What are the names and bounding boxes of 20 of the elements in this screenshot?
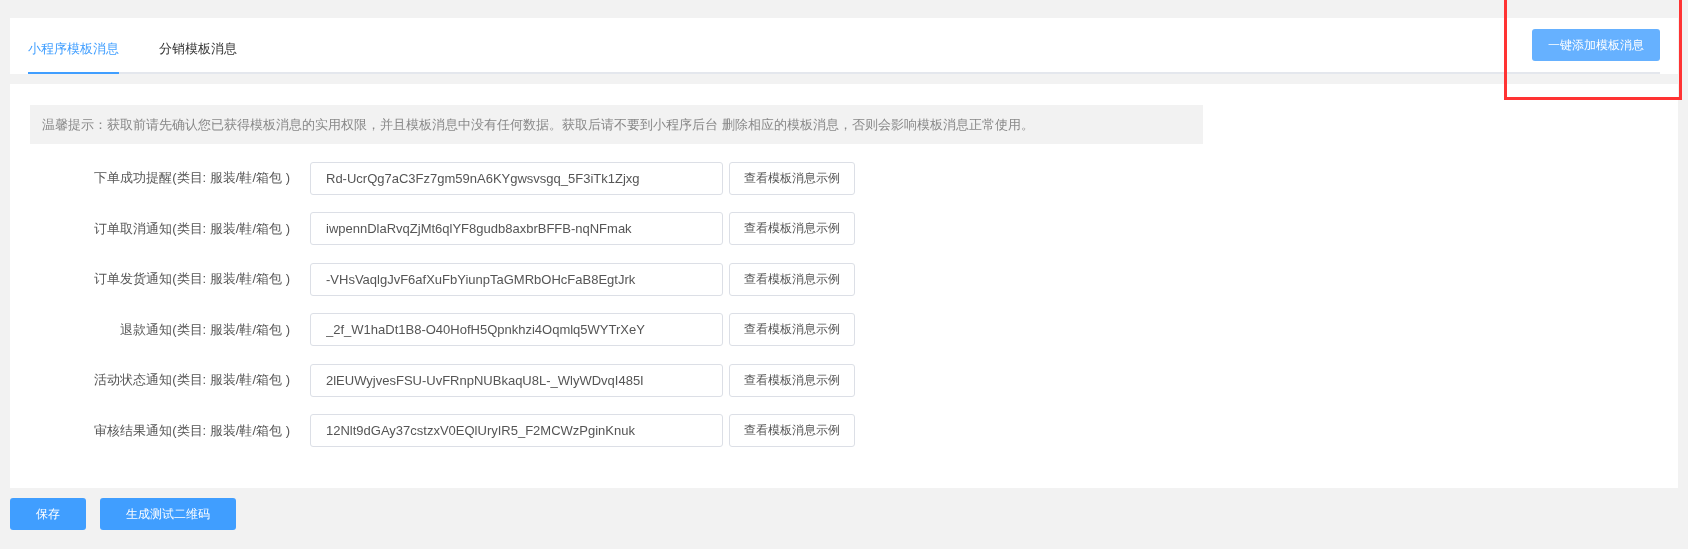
template-label: 订单取消通知(类目: 服装/鞋/箱包 ) [93, 219, 290, 238]
view-example-button[interactable]: 查看模板消息示例 [729, 363, 855, 397]
template-id-field[interactable]: -VHsVaqlgJvF6afXuFbYiunpTaGMRbOHcFaB8EgtJrk [310, 262, 723, 296]
template-label: 订单发货通知(类目: 服装/鞋/箱包 ) [93, 270, 290, 289]
template-label: 活动状态通知(类目: 服装/鞋/箱包 ) [93, 371, 290, 390]
template-id-field[interactable]: 12Nlt9dGAy37cstzxV0EQlUryIR5_F2MCWzPginKnuk [310, 414, 723, 448]
template-id-field[interactable]: _2f_W1haDt1B8-O40HofH5Qpnkhzi4Oqmlq5WYTrXeY [310, 313, 723, 347]
template-label: 下单成功提醒(类目: 服装/鞋/箱包 ) [93, 169, 290, 188]
notice-text: 温馨提示：获取前请先确认您已获得模板消息的实用权限，并且模板消息中没有任何数据。获取后请不要到小程序后台 删除相应的模板消息，否则会影响模板消息正常使用。 [30, 105, 1203, 144]
template-label: 审核结果通知(类目: 服装/鞋/箱包 ) [93, 421, 290, 440]
template-id-field[interactable]: Rd-UcrQg7aC3Fz7gm59nA6KYgwsvsgq_5F3iTk1Zjxg [310, 161, 723, 195]
view-example-button[interactable]: 查看模板消息示例 [729, 262, 855, 296]
view-example-button[interactable]: 查看模板消息示例 [729, 313, 855, 347]
tab[interactable]: 分销模板消息 [159, 40, 237, 74]
template-label: 退款通知(类目: 服装/鞋/箱包 ) [119, 320, 290, 339]
view-example-button[interactable]: 查看模板消息示例 [729, 414, 855, 448]
view-example-button[interactable]: 查看模板消息示例 [729, 161, 855, 195]
view-example-button[interactable]: 查看模板消息示例 [729, 212, 855, 246]
template-id-field[interactable]: 2lEUWyjvesFSU-UvFRnpNUBkaqU8L-_WlyWDvqI485I [310, 363, 723, 397]
template-id-field[interactable]: iwpennDlaRvqZjMt6qlYF8gudb8axbrBFFB-nqNFmak [310, 212, 723, 246]
